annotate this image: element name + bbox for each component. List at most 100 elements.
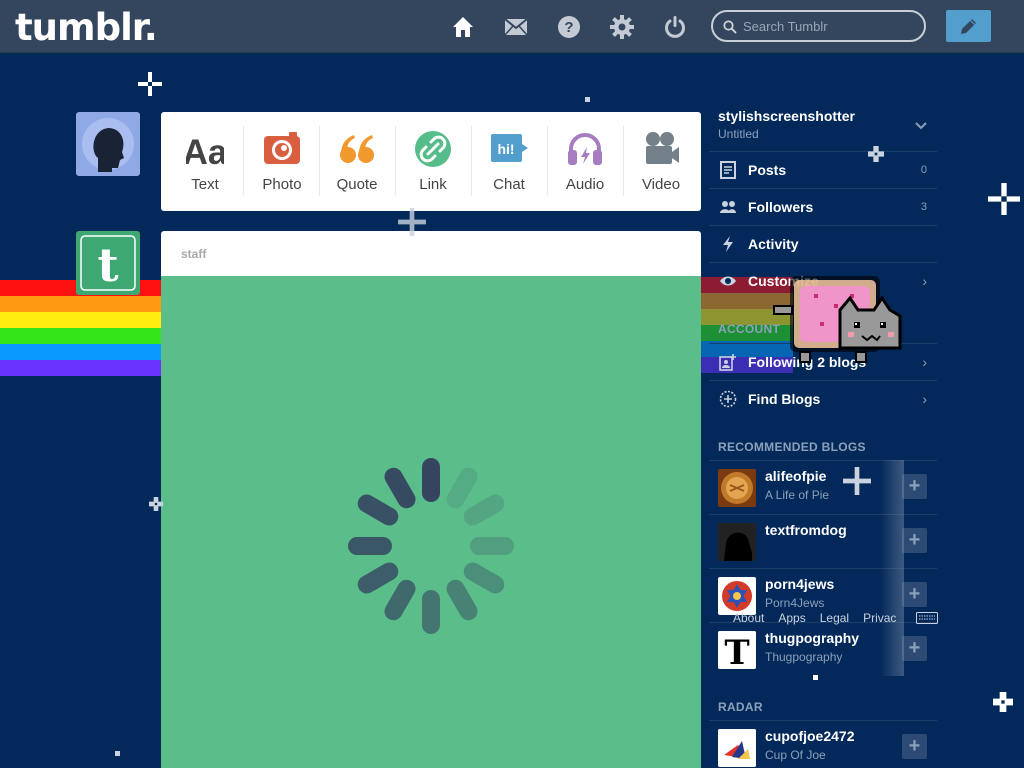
blog-title: Untitled (718, 127, 759, 141)
chat-icon: hi! (491, 134, 528, 162)
post-type-chat[interactable]: hi! Chat (471, 126, 547, 196)
mail-icon[interactable] (503, 14, 529, 40)
post-type-quote[interactable]: Quote (319, 126, 395, 196)
compose-post-button[interactable] (946, 10, 991, 42)
camera-icon (264, 132, 300, 164)
blog-avatar (718, 729, 756, 767)
blog-name: porn4jews (765, 576, 835, 592)
chevron-right-icon: › (922, 354, 927, 370)
loading-spinner-icon (341, 456, 521, 636)
sidebar-item-label: Activity (748, 236, 799, 252)
blog-name: alifeofpie (765, 468, 827, 484)
follow-button[interactable]: + (902, 528, 927, 553)
posts-count: 0 (920, 164, 927, 176)
blog-title: Cup Of Joe (765, 748, 826, 762)
nyan-cat-icon (773, 276, 902, 363)
text-icon: Aa (186, 133, 224, 168)
post-type-label: Text (191, 176, 219, 193)
post-type-selector: Aa Text Photo Quote Link hi! Chat Audio … (161, 112, 701, 211)
sidebar-item-activity[interactable]: Activity (709, 225, 937, 262)
sparkle-icon (149, 497, 163, 511)
follow-button[interactable]: + (902, 582, 927, 607)
post-type-link[interactable]: Link (395, 126, 471, 196)
quote-icon (340, 135, 374, 163)
followers-count: 3 (920, 201, 927, 213)
top-bar: tumblr. ? (0, 0, 1024, 53)
post-type-video[interactable]: Video (623, 126, 699, 196)
follow-button[interactable]: + (902, 474, 927, 499)
help-icon[interactable]: ? (556, 14, 582, 40)
post-type-label: Quote (336, 176, 378, 193)
sidebar-item-label: Followers (748, 199, 814, 215)
follow-button[interactable]: + (902, 636, 927, 661)
scroll-fade (880, 460, 904, 676)
blog-name: textfromdog (765, 522, 847, 538)
post-media-loading (161, 276, 701, 768)
footer-link-apps[interactable]: Apps (778, 611, 805, 625)
search-icon (723, 20, 737, 34)
chevron-right-icon: › (922, 273, 927, 289)
gear-icon[interactable] (609, 14, 635, 40)
sparkle-icon (843, 467, 871, 495)
blog-avatar (718, 523, 756, 561)
search-box[interactable] (711, 10, 926, 42)
sparkle-dot (585, 97, 590, 102)
followers-icon (720, 201, 736, 213)
following-icon (719, 354, 736, 371)
radar-blog[interactable]: cupofjoe2472 Cup Of Joe + (709, 720, 937, 768)
sidebar-item-followers[interactable]: Followers 3 (709, 188, 937, 225)
post-author[interactable]: staff (161, 231, 701, 276)
sparkle-icon (868, 146, 884, 162)
eye-icon (720, 276, 736, 286)
power-icon[interactable] (662, 14, 688, 40)
svg-text:?: ? (564, 19, 573, 36)
post-card: staff (161, 231, 701, 768)
blog-switcher[interactable]: stylishscreenshotter Untitled (709, 106, 937, 150)
silhouette-icon (82, 118, 134, 172)
sparkle-dot (813, 675, 818, 680)
follow-button[interactable]: + (902, 734, 927, 759)
post-type-label: Photo (262, 176, 302, 193)
tumblr-t-icon: t (80, 235, 136, 292)
blog-title: A Life of Pie (765, 488, 830, 502)
search-input[interactable] (743, 18, 913, 34)
keyboard-icon[interactable] (916, 612, 938, 624)
post-type-text[interactable]: Aa Text (167, 126, 243, 196)
home-icon[interactable] (450, 14, 476, 40)
posts-icon (720, 161, 736, 179)
sparkle-icon (993, 692, 1013, 712)
sidebar-item-find-blogs[interactable]: Find Blogs › (709, 380, 937, 417)
lightning-icon (723, 236, 733, 252)
compass-icon (719, 390, 737, 408)
sidebar-item-label: Posts (748, 162, 787, 178)
blog-title: Thugpography (765, 650, 843, 664)
footer-link-privacy[interactable]: Privac (863, 611, 896, 625)
post-type-audio[interactable]: Audio (547, 126, 623, 196)
svg-text:Aa: Aa (186, 133, 224, 168)
post-type-photo[interactable]: Photo (244, 126, 320, 196)
svg-text:T: T (724, 633, 749, 669)
user-avatar[interactable] (76, 112, 140, 176)
sparkle-icon (138, 72, 162, 96)
sidebar-item-posts[interactable]: Posts 0 (709, 151, 937, 188)
blog-avatar (718, 469, 756, 507)
chat-badge: hi! (497, 141, 514, 157)
video-camera-icon (646, 132, 679, 164)
post-type-label: Audio (565, 176, 605, 193)
post-type-label: Video (641, 176, 681, 193)
post-type-label: Chat (493, 176, 525, 193)
blog-avatar (718, 577, 756, 615)
post-type-label: Link (419, 176, 447, 193)
staff-avatar[interactable]: t (76, 231, 140, 295)
section-title-recommended: RECOMMENDED BLOGS (718, 440, 866, 454)
footer-links: About Apps Legal Privac (733, 611, 910, 625)
pencil-icon (961, 19, 976, 34)
tumblr-logo[interactable]: tumblr. (15, 6, 158, 49)
blog-title: Porn4Jews (765, 596, 825, 610)
blog-name: stylishscreenshotter (718, 108, 855, 124)
footer-link-about[interactable]: About (733, 611, 764, 625)
footer-link-legal[interactable]: Legal (820, 611, 849, 625)
svg-text:t: t (97, 238, 119, 292)
blog-avatar: T (718, 631, 756, 669)
sparkle-icon (398, 208, 426, 236)
